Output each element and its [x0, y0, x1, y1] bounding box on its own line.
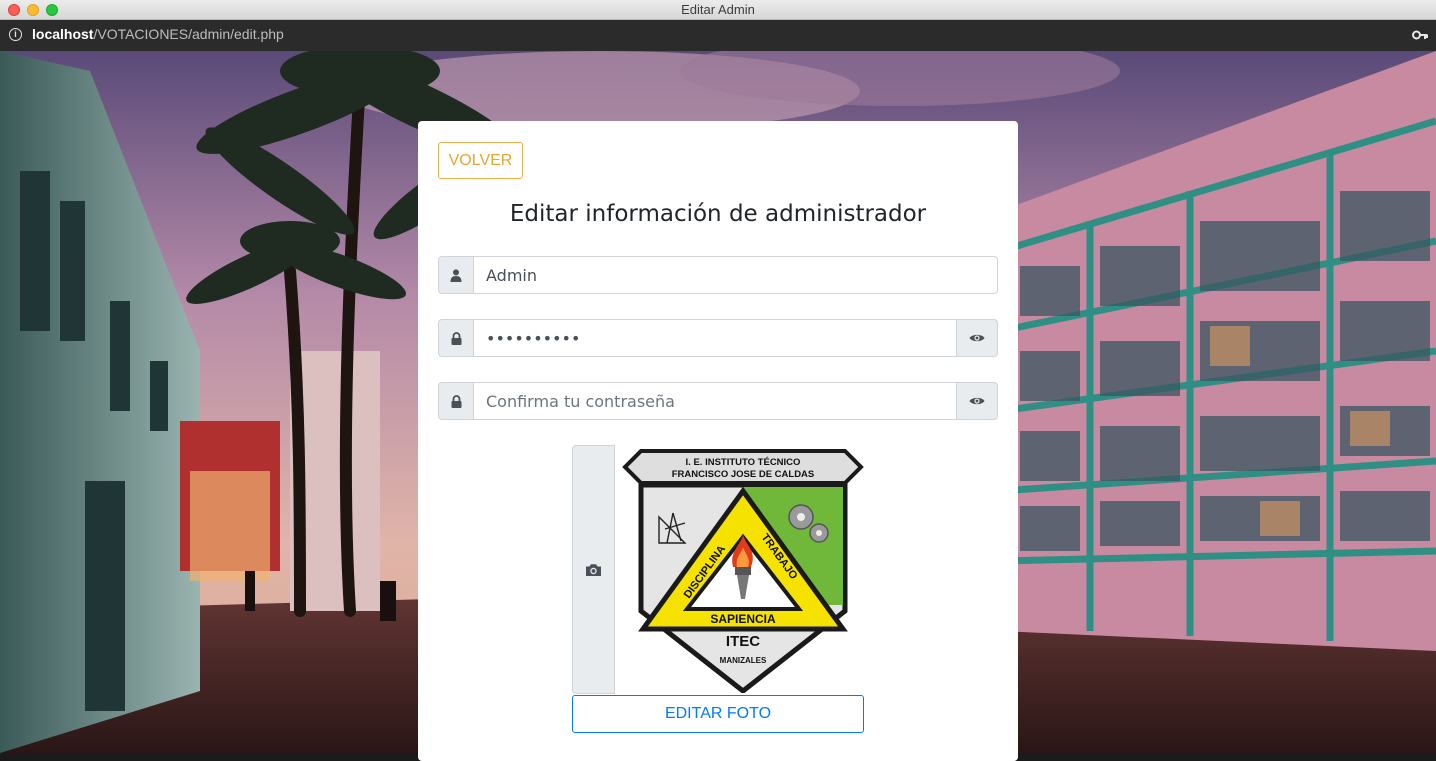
confirm-password-input[interactable]: [473, 382, 957, 420]
edit-photo-button[interactable]: EDITAR FOTO: [572, 695, 864, 733]
password-group: [438, 319, 998, 357]
logo-acronym: ITEC: [726, 633, 760, 650]
camera-addon[interactable]: [572, 445, 615, 694]
logo-city: MANIZALES: [720, 656, 767, 665]
url-path: /VOTACIONES/admin/edit.php: [93, 26, 284, 42]
confirm-password-group: [438, 382, 998, 420]
url-text[interactable]: localhost/VOTACIONES/admin/edit.php: [32, 26, 284, 42]
lock-icon: [451, 394, 461, 408]
logo-banner-line2: FRANCISCO JOSE DE CALDAS: [672, 469, 815, 480]
page-title: Editar información de administrador: [509, 201, 927, 227]
back-button[interactable]: VOLVER: [438, 142, 523, 179]
username-input[interactable]: [473, 256, 998, 294]
lock-addon: [438, 382, 474, 420]
lock-addon: [438, 319, 474, 357]
school-logo: I. E. INSTITUTO TÉCNICO FRANCISCO JOSE D…: [622, 449, 864, 693]
info-icon[interactable]: i: [9, 28, 22, 41]
lock-icon: [451, 331, 461, 345]
eye-icon: [969, 334, 985, 342]
eye-icon: [969, 397, 985, 405]
user-icon: [450, 268, 462, 282]
logo-word-bottom: SAPIENCIA: [710, 612, 776, 626]
key-icon[interactable]: [1412, 28, 1428, 42]
user-addon: [438, 256, 474, 294]
window-title: Editar Admin: [681, 2, 755, 17]
show-confirm-password-toggle[interactable]: [956, 382, 998, 420]
password-input[interactable]: [473, 319, 957, 357]
edit-admin-card: VOLVER Editar información de administrad…: [418, 121, 1018, 761]
username-group: [438, 256, 998, 294]
url-host: localhost: [32, 26, 94, 42]
logo-banner-line1: I. E. INSTITUTO TÉCNICO: [686, 457, 801, 468]
show-password-toggle[interactable]: [956, 319, 998, 357]
camera-icon: [586, 563, 601, 576]
photo-group: I. E. INSTITUTO TÉCNICO FRANCISCO JOSE D…: [572, 445, 864, 695]
window-titlebar: Editar Admin: [0, 0, 1436, 20]
address-bar[interactable]: i localhost/VOTACIONES/admin/edit.php: [0, 20, 1436, 51]
